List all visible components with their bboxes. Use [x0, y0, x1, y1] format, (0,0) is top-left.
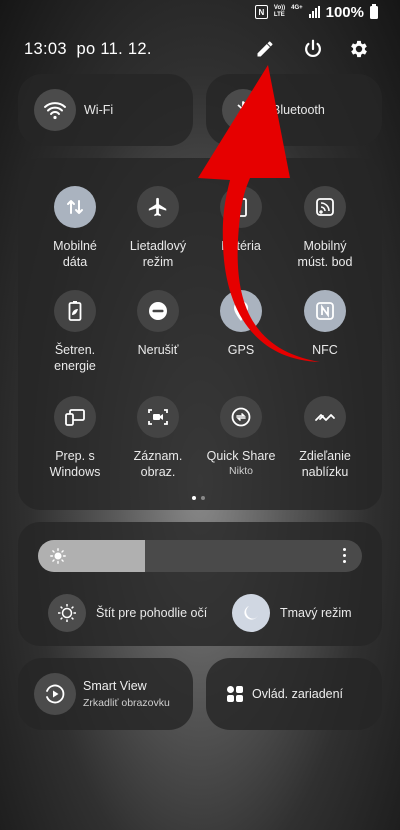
annotation-arrow [198, 65, 320, 362]
arrow-shape [198, 65, 320, 362]
